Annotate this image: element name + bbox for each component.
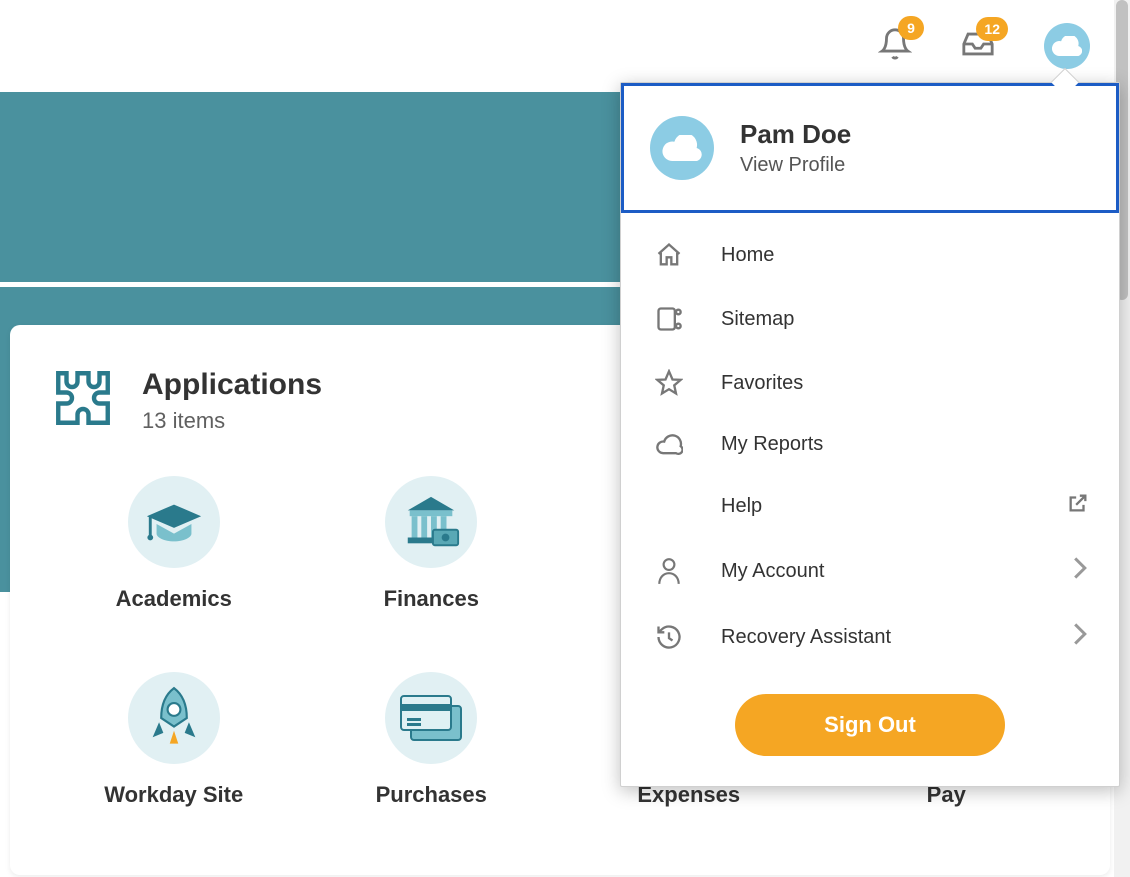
top-bar: 9 12	[0, 0, 1130, 92]
menu-item-favorites[interactable]: Favorites	[621, 351, 1119, 415]
app-tile-finances[interactable]: Finances	[308, 476, 556, 612]
person-icon	[651, 557, 687, 585]
bank-icon	[385, 476, 477, 568]
app-tile-workday-site[interactable]: Workday Site	[50, 672, 298, 808]
notifications-badge: 9	[898, 16, 924, 40]
menu-item-home[interactable]: Home	[621, 223, 1119, 287]
app-label: Finances	[384, 586, 479, 612]
menu-label: My Reports	[721, 433, 1089, 456]
profile-name: Pam Doe	[740, 119, 851, 150]
chevron-right-icon	[1071, 622, 1089, 652]
profile-avatar-button[interactable]	[1044, 23, 1090, 69]
menu-label: Recovery Assistant	[721, 626, 1071, 649]
profile-menu: Pam Doe View Profile Home Sitemap Favori…	[620, 82, 1120, 787]
inbox-button[interactable]: 12	[960, 27, 996, 66]
rocket-icon	[128, 672, 220, 764]
menu-item-recovery-assistant[interactable]: Recovery Assistant	[621, 604, 1119, 670]
puzzle-icon	[50, 365, 116, 436]
applications-subtitle: 13 items	[142, 408, 322, 434]
credit-card-icon	[385, 672, 477, 764]
menu-label: Favorites	[721, 372, 1089, 395]
cloud-icon	[1044, 23, 1090, 69]
inbox-badge: 12	[976, 17, 1008, 41]
app-tile-academics[interactable]: Academics	[50, 476, 298, 612]
notifications-button[interactable]: 9	[878, 26, 912, 67]
app-label: Workday Site	[104, 782, 243, 808]
applications-title: Applications	[142, 368, 322, 402]
chevron-right-icon	[1071, 556, 1089, 586]
app-label: Purchases	[376, 782, 487, 808]
external-link-icon	[1067, 492, 1089, 520]
sitemap-icon	[651, 305, 687, 333]
menu-item-help[interactable]: Help	[621, 474, 1119, 538]
menu-label: Help	[721, 495, 1067, 518]
sign-out-button[interactable]: Sign Out	[735, 694, 1005, 756]
app-tile-purchases[interactable]: Purchases	[308, 672, 556, 808]
view-profile-link[interactable]: Pam Doe View Profile	[621, 83, 1119, 213]
star-icon	[651, 369, 687, 397]
menu-item-my-account[interactable]: My Account	[621, 538, 1119, 604]
menu-item-my-reports[interactable]: My Reports	[621, 415, 1119, 474]
menu-label: My Account	[721, 560, 1071, 583]
history-icon	[651, 623, 687, 651]
graduation-cap-icon	[128, 476, 220, 568]
home-icon	[651, 241, 687, 269]
menu-item-sitemap[interactable]: Sitemap	[621, 287, 1119, 351]
app-label: Academics	[116, 586, 232, 612]
menu-label: Sitemap	[721, 308, 1089, 331]
cloud-icon	[651, 434, 687, 456]
menu-label: Home	[721, 244, 1089, 267]
view-profile-label: View Profile	[740, 154, 851, 177]
cloud-icon	[650, 116, 714, 180]
